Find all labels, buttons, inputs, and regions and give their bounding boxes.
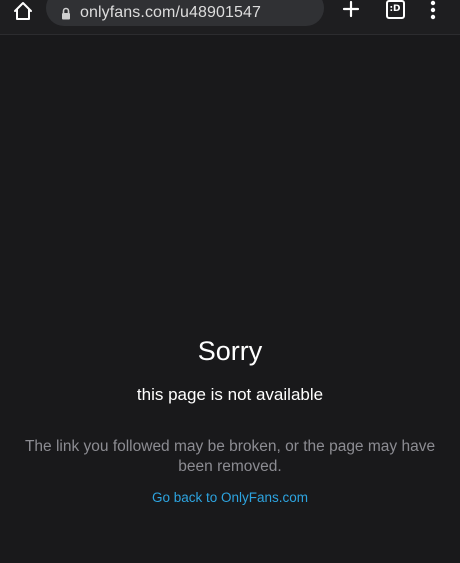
more-menu-button[interactable]: [420, 0, 446, 23]
url-text[interactable]: onlyfans.com/u48901547: [80, 4, 261, 22]
error-subtitle: this page is not available: [136, 385, 324, 404]
tab-switcher-button[interactable]: :D: [382, 0, 408, 22]
go-back-link[interactable]: Go back to OnlyFans.com: [0, 490, 460, 505]
browser-toolbar: onlyfans.com/u48901547 :D: [0, 0, 460, 35]
more-vert-icon: [430, 0, 436, 20]
lock-icon[interactable]: [60, 6, 72, 20]
address-bar[interactable]: onlyfans.com/u48901547: [46, 0, 324, 26]
error-title: Sorry: [197, 336, 263, 366]
error-message: The link you followed may be broken, or …: [24, 438, 436, 475]
tabs-count-label: :D: [389, 3, 401, 14]
home-button[interactable]: [8, 0, 38, 22]
new-tab-button[interactable]: [338, 0, 364, 22]
tab-switcher-icon: :D: [385, 0, 405, 19]
page-content: Sorry this page is not available The lin…: [0, 35, 460, 563]
home-icon: [14, 2, 32, 20]
plus-icon: [342, 0, 360, 18]
